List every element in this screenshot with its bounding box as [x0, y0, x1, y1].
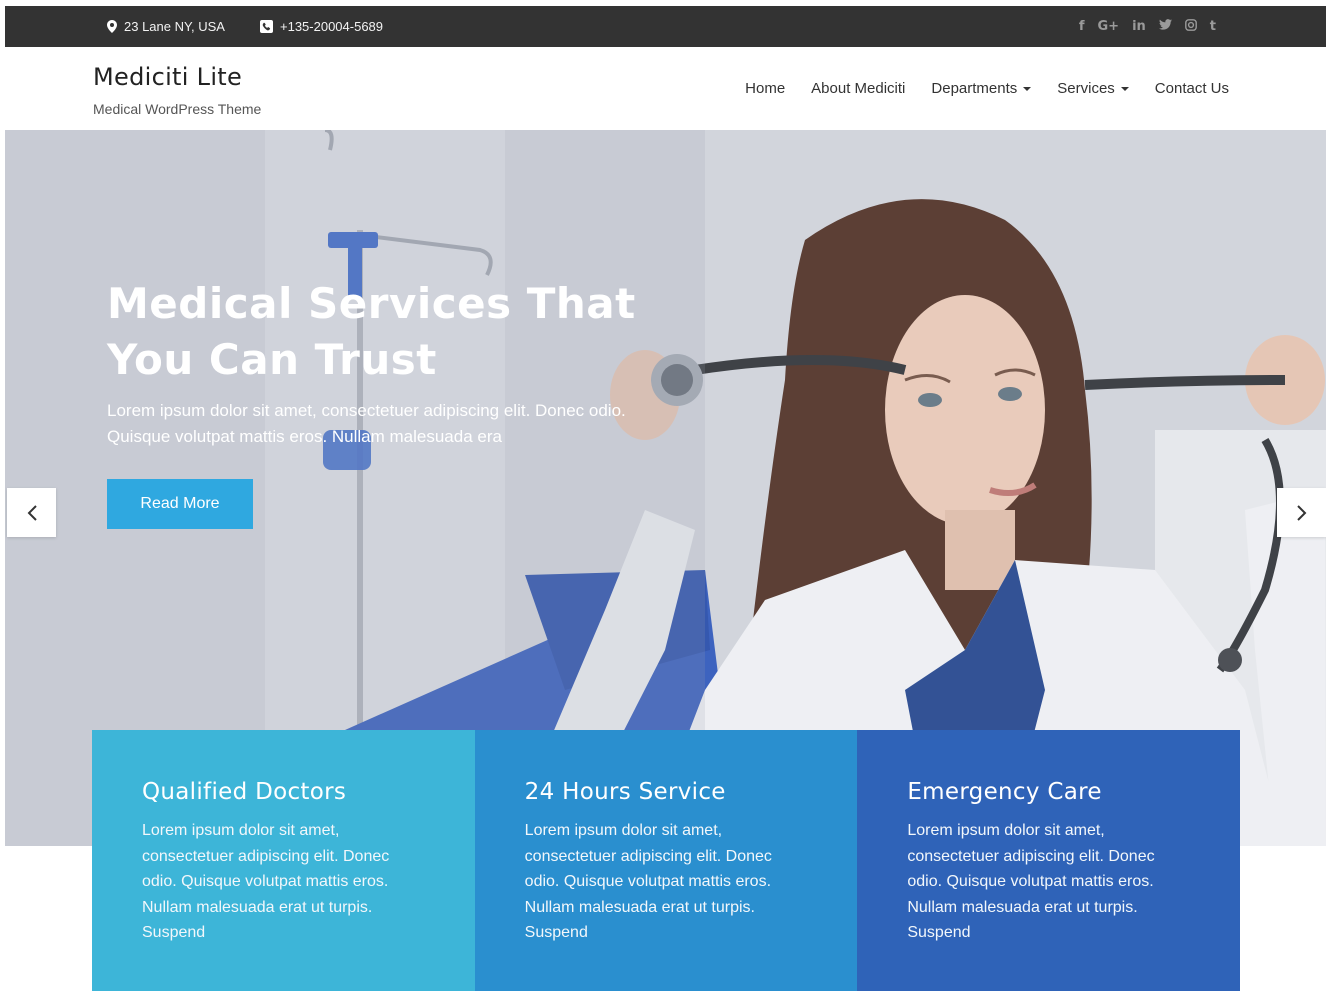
- linkedin-icon[interactable]: in: [1132, 19, 1146, 34]
- nav-item-services[interactable]: Services: [1057, 80, 1129, 97]
- social-links: f G+ in t: [1079, 6, 1216, 47]
- nav-label: Home: [745, 80, 786, 97]
- caret-down-icon: [1120, 86, 1129, 91]
- feature-emergency-care: Emergency Care Lorem ipsum dolor sit ame…: [857, 730, 1241, 991]
- feature-qualified-doctors: Qualified Doctors Lorem ipsum dolor sit …: [92, 730, 475, 991]
- nav-item-home[interactable]: Home: [745, 80, 785, 97]
- nav-label: Departments: [931, 80, 1018, 97]
- phone-icon: [260, 20, 273, 33]
- google-plus-icon[interactable]: G+: [1097, 19, 1119, 34]
- top-bar: 23 Lane NY, USA +135-20004-5689 f G+ in …: [5, 6, 1326, 47]
- facebook-icon[interactable]: f: [1079, 19, 1085, 34]
- site-tagline: Medical WordPress Theme: [93, 101, 262, 117]
- slider-prev-button[interactable]: [7, 488, 56, 537]
- address-info: 23 Lane NY, USA: [107, 6, 225, 47]
- nav-item-departments[interactable]: Departments: [931, 80, 1032, 97]
- hero-text: Lorem ipsum dolor sit amet, consectetuer…: [107, 401, 626, 446]
- slider-next-button[interactable]: [1277, 488, 1326, 537]
- phone-text: +135-20004-5689: [280, 19, 384, 34]
- feature-text: Lorem ipsum dolor sit amet, consectetuer…: [524, 822, 772, 941]
- feature-24-hours-service: 24 Hours Service Lorem ipsum dolor sit a…: [474, 730, 858, 991]
- address-text: 23 Lane NY, USA: [124, 19, 225, 34]
- site-title[interactable]: Mediciti Lite: [93, 63, 242, 91]
- feature-title: 24 Hours Service: [524, 779, 726, 805]
- map-marker-icon: [107, 20, 117, 33]
- site-header: Mediciti Lite Medical WordPress Theme Ho…: [5, 47, 1326, 130]
- nav-item-contact[interactable]: Contact Us: [1155, 80, 1229, 97]
- feature-title: Emergency Care: [907, 779, 1102, 805]
- main-nav: Home About Mediciti Departments Services…: [745, 47, 1229, 130]
- feature-text: Lorem ipsum dolor sit amet, consectetuer…: [907, 822, 1155, 941]
- caret-down-icon: [1023, 86, 1032, 91]
- nav-item-about[interactable]: About Mediciti: [811, 80, 905, 97]
- nav-label: Contact Us: [1154, 80, 1229, 97]
- tumblr-icon[interactable]: t: [1210, 19, 1216, 34]
- nav-label: Services: [1057, 80, 1115, 97]
- nav-label: About Mediciti: [811, 80, 906, 97]
- feature-text: Lorem ipsum dolor sit amet, consectetuer…: [142, 822, 390, 941]
- feature-title: Qualified Doctors: [142, 779, 347, 805]
- feature-boxes: Qualified Doctors Lorem ipsum dolor sit …: [92, 730, 1241, 991]
- chevron-right-icon: [1296, 504, 1306, 521]
- twitter-icon[interactable]: [1158, 19, 1172, 34]
- instagram-icon[interactable]: [1184, 18, 1197, 35]
- read-more-button[interactable]: Read More: [107, 479, 253, 529]
- hero-title: Medical Services That You Can Trust: [107, 279, 636, 384]
- chevron-left-icon: [27, 504, 37, 521]
- phone-info: +135-20004-5689: [260, 6, 383, 47]
